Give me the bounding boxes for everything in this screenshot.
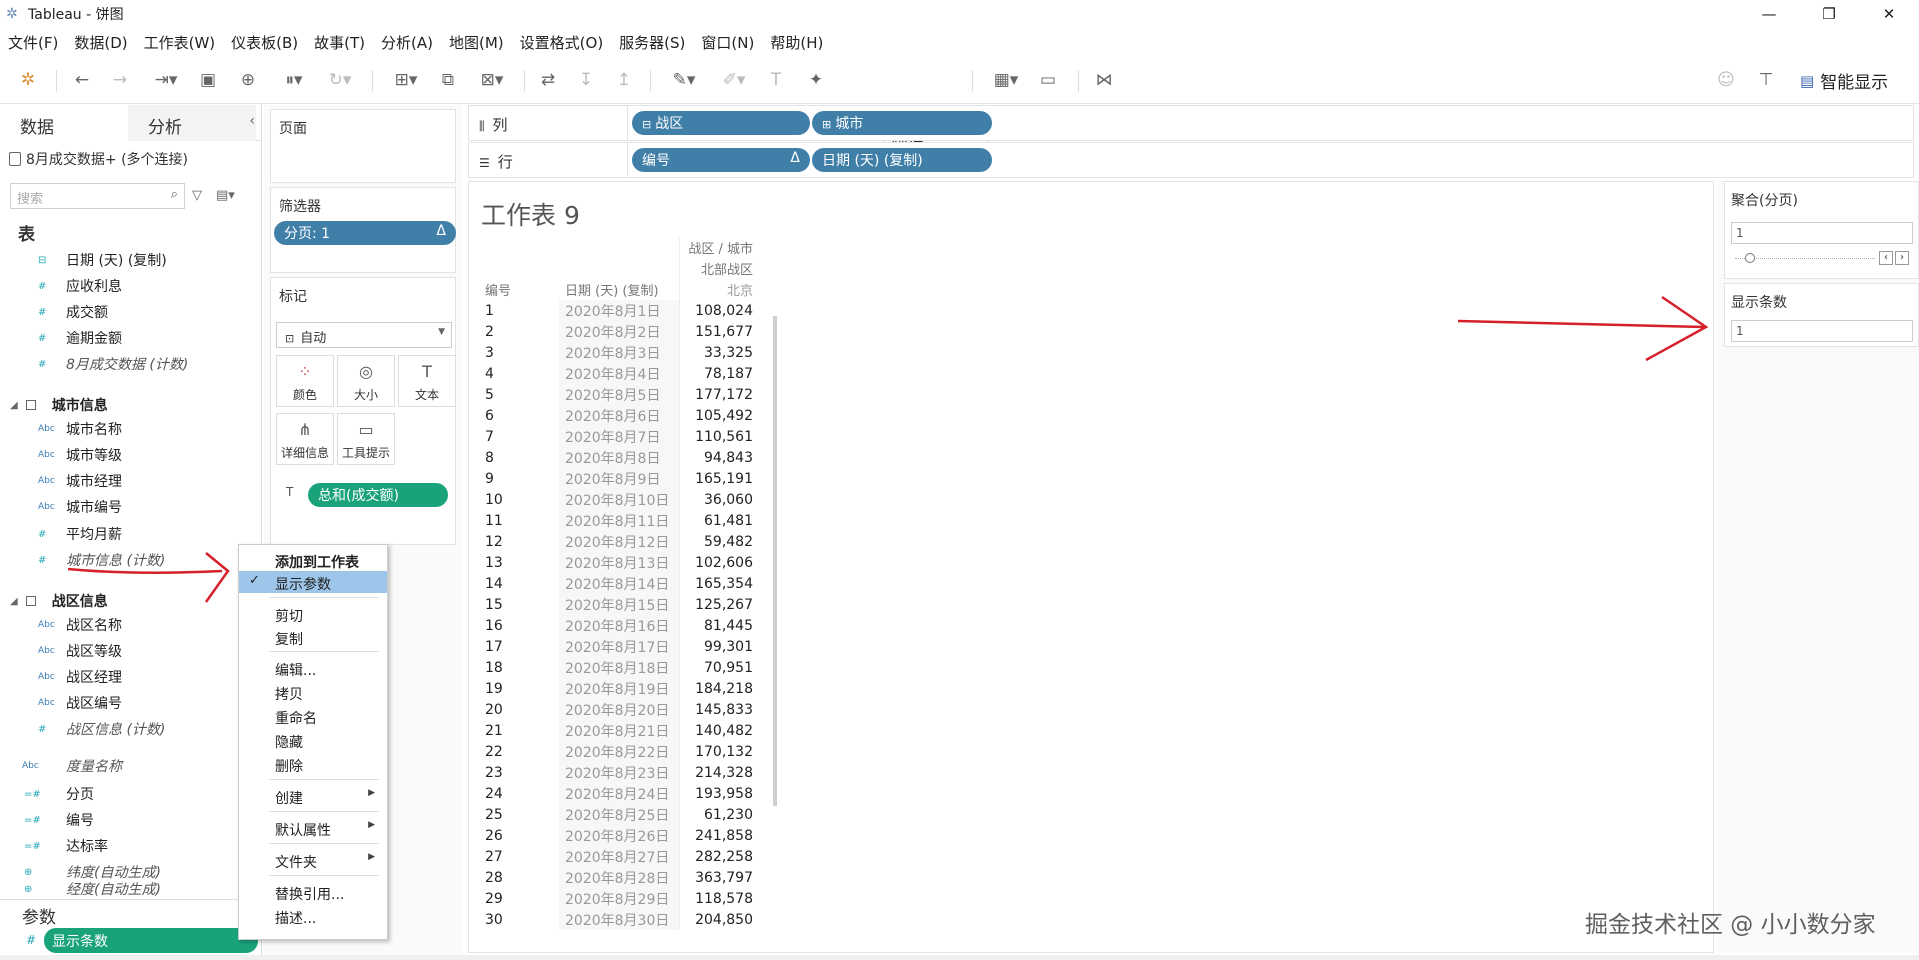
menu-replace-references[interactable]: 替换引用... — [239, 881, 387, 903]
submenu-arrow-icon: ▶ — [368, 820, 375, 830]
menu-cut[interactable]: 剪切 — [239, 603, 387, 625]
context-menu: 添加到工作表 ✓ 显示参数 剪切 复制 编辑... 拷贝 重命名 隐藏 删除 创建… — [238, 544, 388, 940]
submenu-arrow-icon: ▶ — [368, 788, 375, 798]
menu-create[interactable]: 创建 ▶ — [239, 785, 387, 807]
menu-add-to-sheet[interactable]: 添加到工作表 — [239, 549, 387, 571]
menu-copy[interactable]: 复制 — [239, 626, 387, 648]
menu-edit[interactable]: 编辑... — [239, 657, 387, 679]
menu-folder[interactable]: 文件夹 ▶ — [239, 849, 387, 871]
menu-describe[interactable]: 描述... — [239, 905, 387, 927]
menu-show-parameter[interactable]: ✓ 显示参数 — [239, 571, 387, 593]
status-bar — [0, 955, 1919, 960]
checkmark-icon: ✓ — [249, 573, 260, 588]
menu-rename[interactable]: 重命名 — [239, 705, 387, 727]
menu-default-properties[interactable]: 默认属性 ▶ — [239, 817, 387, 839]
menu-delete[interactable]: 删除 — [239, 753, 387, 775]
watermark: 掘金技术社区 @ 小小数分家 — [1585, 912, 1876, 938]
menu-hide[interactable]: 隐藏 — [239, 729, 387, 751]
menu-duplicate[interactable]: 拷贝 — [239, 681, 387, 703]
submenu-arrow-icon: ▶ — [368, 852, 375, 862]
